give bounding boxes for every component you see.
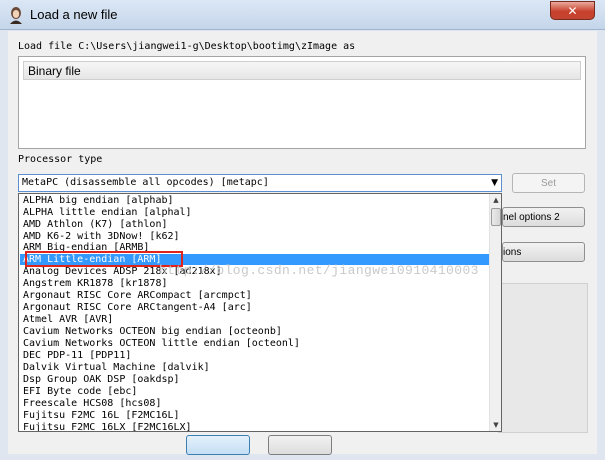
processor-option[interactable]: Angstrem KR1878 [kr1878] bbox=[23, 278, 168, 289]
processor-options-button[interactable]: ions bbox=[502, 242, 585, 262]
processor-dropdown-list[interactable]: ALPHA big endian [alphab] ALPHA little e… bbox=[18, 193, 502, 432]
processor-option[interactable]: Dalvik Virtual Machine [dalvik] bbox=[23, 362, 210, 373]
processor-option[interactable]: Fujitsu F2MC 16L [F2MC16L] bbox=[23, 410, 180, 421]
processor-option[interactable]: Cavium Networks OCTEON big endian [octeo… bbox=[23, 326, 282, 337]
window-title: Load a new file bbox=[30, 7, 118, 22]
cancel-button[interactable] bbox=[268, 435, 332, 455]
processor-option[interactable]: Argonaut RISC Core ARCompact [arcmpct] bbox=[23, 290, 252, 301]
set-button-label: Set bbox=[540, 177, 556, 189]
processor-option[interactable]: Dsp Group OAK DSP [oakdsp] bbox=[23, 374, 180, 385]
title-bar[interactable]: Load a new file ✕ bbox=[0, 0, 605, 30]
processor-option[interactable]: Argonaut RISC Core ARCtangent-A4 [arc] bbox=[23, 302, 252, 313]
processor-option[interactable]: DEC PDP-11 [PDP11] bbox=[23, 350, 131, 361]
scroll-down-icon[interactable]: ▼ bbox=[490, 419, 501, 431]
format-option-binary[interactable]: Binary file bbox=[23, 61, 581, 80]
close-button[interactable]: ✕ bbox=[550, 1, 595, 20]
processor-type-label: Processor type bbox=[18, 154, 103, 165]
processor-option[interactable]: Cavium Networks OCTEON little endian [oc… bbox=[23, 338, 300, 349]
kernel-options-2-button[interactable]: nel options 2 bbox=[502, 207, 585, 227]
set-button[interactable]: Set bbox=[512, 173, 585, 193]
dialog-body: Load file C:\Users\jiangwei1-g\Desktop\b… bbox=[8, 31, 597, 455]
options-panel-background bbox=[498, 283, 588, 433]
processor-option[interactable]: ALPHA big endian [alphab] bbox=[23, 195, 174, 206]
processor-selected-value: MetaPC (disassemble all opcodes) [metapc… bbox=[22, 177, 269, 188]
close-icon: ✕ bbox=[567, 3, 578, 18]
scrollbar-thumb[interactable] bbox=[491, 208, 501, 226]
scroll-up-icon[interactable]: ▲ bbox=[490, 194, 501, 206]
processor-option[interactable]: Freescale HCS08 [hcs08] bbox=[23, 398, 161, 409]
processor-option[interactable]: AMD Athlon (K7) [athlon] bbox=[23, 219, 168, 230]
ida-app-icon bbox=[8, 6, 24, 24]
processor-type-select[interactable]: MetaPC (disassemble all opcodes) [metapc… bbox=[18, 174, 502, 192]
ok-button[interactable] bbox=[186, 435, 250, 455]
processor-option[interactable]: Atmel AVR [AVR] bbox=[23, 314, 113, 325]
processor-options-label: ions bbox=[503, 246, 522, 258]
processor-option[interactable]: ALPHA little endian [alphal] bbox=[23, 207, 192, 218]
processor-option[interactable]: AMD K6-2 with 3DNow! [k62] bbox=[23, 231, 180, 242]
load-file-dialog: Load a new file ✕ Load file C:\Users\jia… bbox=[0, 0, 605, 460]
kernel-options-2-label: nel options 2 bbox=[503, 211, 560, 223]
dropdown-scrollbar[interactable]: ▲ ▼ bbox=[489, 194, 501, 431]
processor-option[interactable]: Analog Devices ADSP 218x [ad218x] bbox=[23, 266, 222, 277]
processor-option[interactable]: Fujitsu F2MC 16LX [F2MC16LX] bbox=[23, 422, 192, 431]
file-format-list[interactable]: Binary file bbox=[18, 56, 586, 149]
annotation-highlight-box bbox=[25, 251, 183, 267]
processor-option[interactable]: EFI Byte code [ebc] bbox=[23, 386, 137, 397]
load-file-label: Load file C:\Users\jiangwei1-g\Desktop\b… bbox=[18, 41, 356, 52]
dropdown-arrow-icon[interactable]: ▼ bbox=[491, 178, 498, 188]
